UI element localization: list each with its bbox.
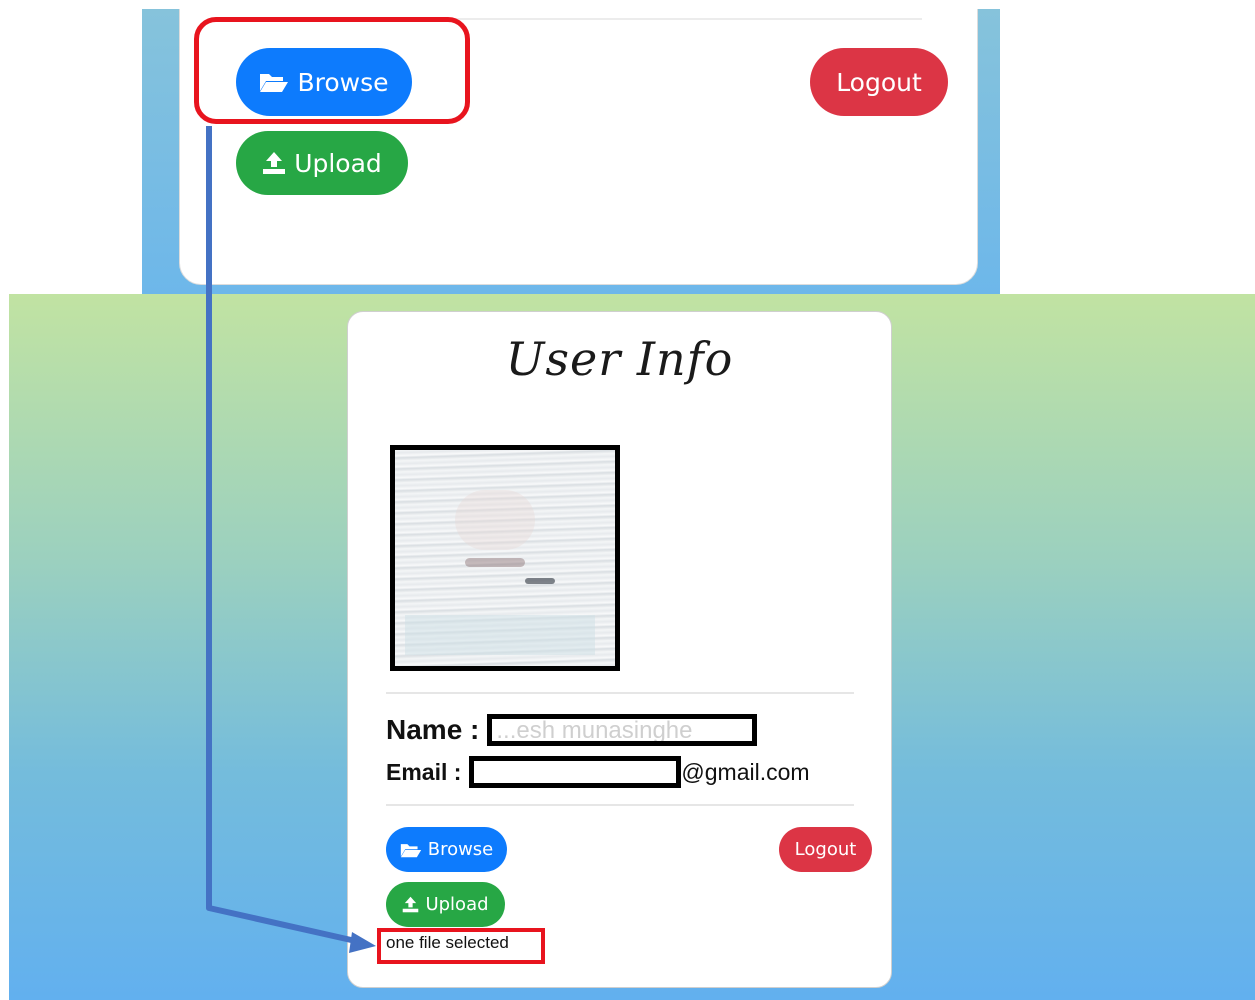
avatar (390, 445, 620, 671)
upload-label: Upload (425, 894, 489, 915)
browse-label: Browse (427, 839, 494, 860)
logout-label: Logout (836, 67, 922, 97)
email-row: Email : @gmail.com (386, 756, 810, 788)
upload-button-zoomed[interactable]: Upload (236, 131, 408, 195)
browse-button[interactable]: Browse (386, 827, 507, 872)
email-label: Email : (386, 758, 462, 785)
logout-label: Logout (794, 839, 857, 860)
logout-button[interactable]: Logout (779, 827, 872, 872)
upload-icon (402, 896, 419, 913)
divider (386, 804, 854, 806)
name-label: Name : (386, 714, 480, 745)
name-row: Name : ...esh munasinghe (386, 714, 758, 746)
status-highlight-box (377, 928, 545, 964)
upload-label: Upload (294, 148, 382, 178)
divider (386, 692, 854, 694)
page-title: User Info (505, 332, 734, 386)
upload-icon (262, 151, 286, 175)
logout-button-zoomed[interactable]: Logout (810, 48, 948, 116)
page-background: User Info Name : ...esh munasinghe Email… (9, 294, 1255, 1000)
email-redaction (469, 756, 682, 788)
browse-highlight-box (194, 17, 470, 124)
name-value-redacted: ...esh munasinghe (487, 714, 758, 746)
folder-open-icon (400, 842, 422, 858)
upload-button[interactable]: Upload (386, 882, 505, 927)
user-info-card: User Info Name : ...esh munasinghe Email… (347, 311, 892, 988)
email-domain: @gmail.com (681, 758, 810, 785)
